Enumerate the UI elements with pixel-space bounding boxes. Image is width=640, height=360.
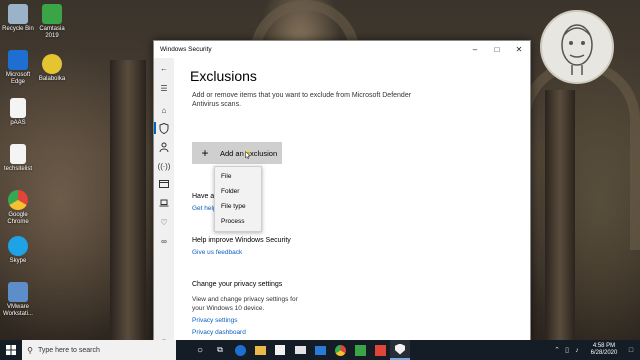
privacy-settings-link[interactable]: Privacy settings <box>192 317 238 324</box>
notifications-icon[interactable]: □ <box>626 347 636 354</box>
desktop-icon-label: VMware Workstati... <box>3 304 33 317</box>
taskbar-search-box[interactable]: ⚲ Type here to search <box>22 340 176 360</box>
menu-item-process[interactable]: Process <box>215 214 261 229</box>
person-icon[interactable] <box>158 141 170 153</box>
privacy-section-title: Change your privacy settings <box>192 281 283 288</box>
menu-item-file-type[interactable]: File type <box>215 199 261 214</box>
taskbar-chrome-icon[interactable] <box>330 340 350 360</box>
document-icon <box>10 98 26 118</box>
question-section-title: Have a <box>192 193 215 200</box>
mail-icon[interactable] <box>290 340 310 360</box>
get-help-link[interactable]: Get help <box>192 205 217 212</box>
desktop-icon-label: pAAS <box>10 120 26 126</box>
page-description: Add or remove items that you want to exc… <box>192 92 412 108</box>
clock-time: 4:58 PM <box>592 343 616 349</box>
menu-item-file[interactable]: File <box>215 169 261 184</box>
mouse-cursor-icon <box>245 151 251 159</box>
taskbar: ⚲ Type here to search ○ ⧉ ⌃ ▯ ♪ 4:58 PM … <box>0 340 640 360</box>
chevron-up-icon[interactable]: ⌃ <box>552 346 562 354</box>
search-icon: ⚲ <box>27 345 33 355</box>
title-bar[interactable]: Windows Security – □ ✕ <box>154 41 530 58</box>
face-sketch-icon <box>561 24 593 75</box>
desktop-icon-edge[interactable]: Microsoft Edge <box>0 50 36 86</box>
plus-icon: + <box>201 146 209 160</box>
desktop-icon-balabolka[interactable]: Balabolka <box>34 54 70 83</box>
vmware-icon <box>8 282 28 302</box>
camtasia-icon <box>42 4 62 24</box>
document-icon <box>10 144 26 164</box>
taskbar-windows-security-icon[interactable] <box>390 340 410 360</box>
desktop-icon-recycle-bin[interactable]: Recycle Bin <box>0 4 36 33</box>
browser-app-icon[interactable] <box>158 178 170 190</box>
clock-date: 6/28/2020 <box>590 350 618 356</box>
windows-security-window: Windows Security – □ ✕ ← ☰ ⌂ ((·)) ♡ ∞ ⚙… <box>153 40 531 342</box>
window-title: Windows Security <box>160 46 212 53</box>
laptop-icon[interactable] <box>158 197 170 209</box>
shield-glyph <box>159 122 169 134</box>
person-glyph <box>159 142 169 152</box>
help-improve-title: Help improve Windows Security <box>192 237 291 244</box>
desktop-icon-label: Camtasia 2019 <box>39 26 65 39</box>
desktop-icon-techsitelist[interactable]: techsitelist <box>0 144 36 173</box>
back-arrow-icon[interactable]: ← <box>158 62 170 74</box>
desktop-icon-chrome[interactable]: Google Chrome <box>0 190 36 226</box>
desktop-icon-vmware[interactable]: VMware Workstati... <box>0 282 36 318</box>
edge-icon <box>8 50 28 70</box>
hamburger-menu-icon[interactable]: ☰ <box>158 82 170 94</box>
network-icon[interactable]: ▯ <box>562 346 572 354</box>
skype-icon <box>8 236 28 256</box>
privacy-description: View and change privacy settings for you… <box>192 296 298 312</box>
browser-glyph <box>159 180 169 188</box>
photos-icon[interactable] <box>310 340 330 360</box>
privacy-dashboard-link[interactable]: Privacy dashboard <box>192 329 246 336</box>
recycle-bin-icon <box>8 4 28 24</box>
cortana-icon[interactable]: ○ <box>190 340 210 360</box>
system-tray: ⌃ ▯ ♪ 4:58 PM 6/28/2020 □ <box>552 340 640 360</box>
store-icon[interactable] <box>270 340 290 360</box>
background-pillar <box>545 90 575 340</box>
clock[interactable]: 4:58 PM 6/28/2020 <box>584 343 624 357</box>
balabolka-icon <box>42 54 62 74</box>
desktop-icon-label: Recycle Bin <box>2 26 34 32</box>
desktop-icons: Recycle Bin Camtasia 2019 Microsoft Edge… <box>0 0 80 340</box>
chrome-icon <box>8 190 28 210</box>
minimize-button[interactable]: – <box>464 41 486 58</box>
task-view-icon[interactable]: ⧉ <box>210 340 230 360</box>
give-feedback-link[interactable]: Give us feedback <box>192 249 242 256</box>
background-pillar <box>110 60 146 340</box>
add-exclusion-button[interactable]: + Add an exclusion <box>192 142 282 164</box>
close-button[interactable]: ✕ <box>508 41 530 58</box>
desktop-icon-label: Skype <box>9 258 27 264</box>
menu-item-folder[interactable]: Folder <box>215 184 261 199</box>
desktop-icon-label: Google Chrome <box>7 212 29 225</box>
desktop-icon-label: Microsoft Edge <box>5 72 31 85</box>
laptop-glyph <box>159 199 169 207</box>
start-button[interactable] <box>0 340 22 360</box>
taskbar-edge-icon[interactable] <box>230 340 250 360</box>
main-content: Exclusions Add or remove items that you … <box>190 58 530 341</box>
maximize-button[interactable]: □ <box>486 41 508 58</box>
desktop-icon-skype[interactable]: Skype <box>0 236 36 265</box>
file-explorer-icon[interactable] <box>250 340 270 360</box>
desktop-icon-label: Balabolka <box>38 76 66 82</box>
taskbar-camtasia-icon[interactable] <box>350 340 370 360</box>
desktop-icon-label: techsitelist <box>3 166 32 172</box>
volume-icon[interactable]: ♪ <box>572 347 582 354</box>
background-arch <box>520 60 640 250</box>
webcam-overlay-avatar <box>540 10 614 84</box>
navigation-rail: ← ☰ ⌂ ((·)) ♡ ∞ ⚙ <box>154 58 174 341</box>
heart-health-icon[interactable]: ♡ <box>158 216 170 228</box>
desktop-icon-paas[interactable]: pAAS <box>0 98 36 127</box>
family-icon[interactable]: ∞ <box>158 235 170 247</box>
taskbar-recorder-icon[interactable] <box>370 340 390 360</box>
desktop-icon-camtasia[interactable]: Camtasia 2019 <box>34 4 70 40</box>
shield-icon[interactable] <box>154 122 170 134</box>
home-icon[interactable]: ⌂ <box>158 104 170 116</box>
search-placeholder: Type here to search <box>38 346 100 354</box>
page-title: Exclusions <box>190 68 257 84</box>
wifi-antenna-icon[interactable]: ((·)) <box>158 160 171 172</box>
windows-logo-icon <box>6 345 16 355</box>
exclusion-type-menu: File Folder File type Process <box>214 166 262 232</box>
